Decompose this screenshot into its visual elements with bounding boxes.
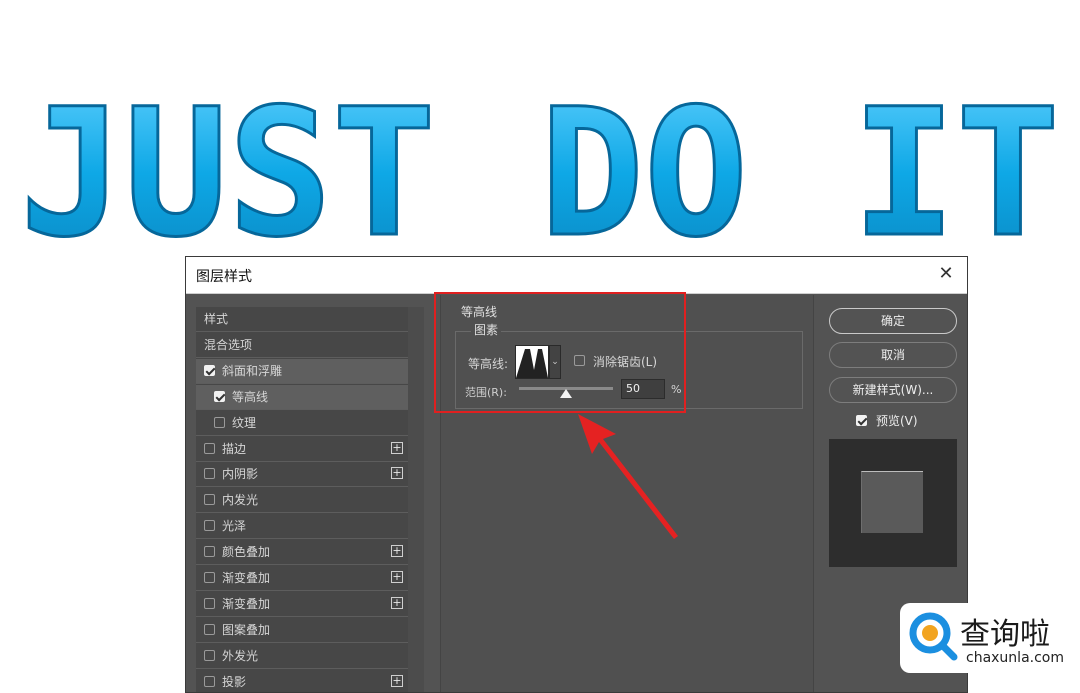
style-item-checkbox[interactable] [214,390,225,402]
style-item-label: 样式 [204,312,229,326]
style-preview [829,439,957,567]
style-item-label: 光泽 [222,519,247,534]
magnifier-logo-icon [909,612,958,661]
style-item[interactable]: 颜色叠加 + [196,540,408,566]
style-item[interactable]: 纹理 [196,411,408,436]
add-instance-button[interactable]: + [391,571,403,583]
style-item[interactable]: 斜面和浮雕 [196,358,408,384]
watermark-brand: 查询啦 [960,617,1050,652]
style-item-label: 渐变叠加 [222,596,271,611]
cancel-button[interactable]: 取消 [829,342,957,368]
style-item-checkbox[interactable] [204,364,215,376]
style-item-label: 描边 [222,441,247,456]
banner-text: JUST DO IT [20,88,1060,248]
style-item[interactable]: 内发光 [196,488,408,514]
preview-swatch [861,471,923,533]
style-item-label: 纹理 [232,415,257,430]
style-item-label: 等高线 [232,389,269,404]
style-item[interactable]: 渐变叠加 + [196,592,408,617]
dialog-titlebar: 图层样式 ✕ [186,257,967,294]
style-item-label: 混合选项 [204,337,253,352]
style-item-label: 内发光 [222,493,259,508]
just-do-it-banner: JUST DO IT [0,70,1080,278]
preview-label: 预览(V) [876,414,918,428]
ok-button[interactable]: 确定 [829,308,957,334]
style-item[interactable]: 等高线 [196,384,408,410]
banner-svg: JUST DO IT [19,70,1062,278]
annotation-arrow [578,414,678,539]
style-item[interactable]: 样式 [196,307,408,332]
style-item-label: 内阴影 [222,467,259,482]
style-item-checkbox[interactable] [204,572,215,583]
style-item-checkbox[interactable] [204,520,215,532]
style-item-label: 图案叠加 [222,622,271,637]
add-instance-button[interactable]: + [391,674,403,687]
style-item[interactable]: 投影 + [196,670,408,692]
watermark-url: chaxunla.com [966,650,1064,666]
preview-checkbox[interactable] [856,415,867,426]
style-item-checkbox[interactable] [204,442,215,454]
style-item-checkbox[interactable] [214,416,225,428]
style-item[interactable]: 外发光 [196,644,408,669]
style-item[interactable]: 混合选项 [196,333,408,358]
add-instance-button[interactable]: + [391,545,403,558]
style-item-checkbox[interactable] [204,675,215,687]
new-style-button[interactable]: 新建样式(W)... [829,377,957,403]
style-item-checkbox[interactable] [204,494,215,506]
style-item[interactable]: 渐变叠加 + [196,566,408,591]
style-item-label: 渐变叠加 [222,571,271,585]
style-item-label: 投影 [222,674,247,689]
style-item-label: 颜色叠加 [222,545,271,560]
style-item[interactable]: 光泽 [196,514,408,540]
add-instance-button[interactable]: + [391,596,403,609]
chaxunla-watermark: 查询啦 chaxunla.com [900,603,1076,673]
style-item-checkbox[interactable] [204,468,215,480]
styles-list: 样式 混合选项 斜面和浮雕 等高线 纹理 描边 + 内阴影 + 内发光 光泽 颜色叠加 + 渐变叠加 + 渐变… [196,307,408,692]
style-item-label: 斜面和浮雕 [222,363,283,378]
style-item-checkbox[interactable] [204,546,215,558]
close-button[interactable]: ✕ [935,263,957,285]
style-item-checkbox[interactable] [204,649,215,661]
style-item[interactable]: 描边 + [196,437,408,462]
close-icon: ✕ [938,263,954,284]
style-item-checkbox[interactable] [204,597,215,609]
highlight-box [434,292,686,413]
style-item[interactable]: 图案叠加 [196,618,408,643]
style-item[interactable]: 内阴影 + [196,462,408,488]
style-item-checkbox[interactable] [204,623,215,635]
style-item-label: 外发光 [222,648,259,663]
styles-list-scrollbar[interactable] [408,307,424,692]
arrow-shape [578,414,678,539]
add-instance-button[interactable]: + [391,441,403,454]
dialog-title: 图层样式 [196,269,252,285]
add-instance-button[interactable]: + [391,467,403,480]
